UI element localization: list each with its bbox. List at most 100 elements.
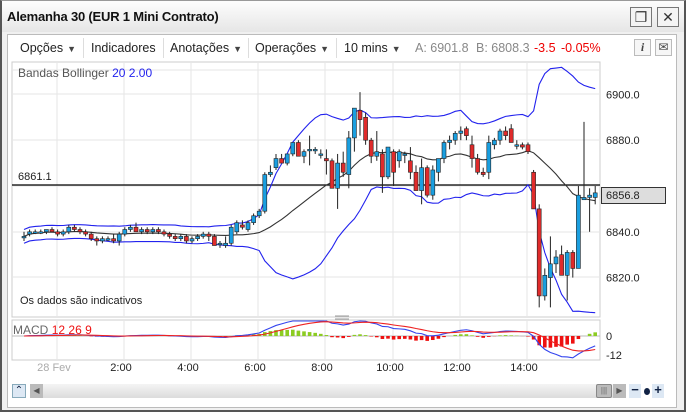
- horizontal-scrollbar[interactable]: ◀ ||| ▶: [30, 384, 626, 398]
- data-notice: Os dados são indicativos: [20, 295, 143, 307]
- candle-body: [228, 226, 234, 244]
- candle-body: [430, 169, 436, 196]
- macd-histogram-bar: [554, 336, 558, 347]
- candle-body: [570, 252, 576, 269]
- candle: [531, 169, 536, 210]
- macd-histogram-bar: [442, 336, 446, 338]
- candle: [363, 112, 368, 145]
- collapse-button[interactable]: ⌃: [12, 384, 26, 398]
- candle-body: [167, 233, 172, 237]
- candle-body: [49, 229, 55, 233]
- macd-histogram-bar: [279, 329, 284, 336]
- x-tick-label: 6:00: [244, 362, 265, 374]
- indicator-period: 20: [112, 66, 126, 80]
- candle-body: [38, 231, 44, 234]
- candle-body: [161, 231, 167, 235]
- macd-histogram-bar: [559, 336, 564, 347]
- macd-histogram-bar: [587, 333, 592, 336]
- macd-histogram-bar: [352, 334, 357, 336]
- candle-body: [464, 128, 469, 136]
- candle-body: [100, 238, 105, 242]
- candle-body: [256, 210, 262, 217]
- candle: [262, 172, 268, 214]
- candle-body: [581, 197, 587, 201]
- macd-signal: 9: [85, 323, 92, 337]
- candle-body: [492, 139, 497, 146]
- scroll-right-button[interactable]: ▶: [613, 384, 626, 398]
- macd-histogram-bar: [380, 336, 385, 340]
- x-tick-label: 10:00: [376, 362, 404, 374]
- candle-body: [60, 231, 66, 235]
- candle-body: [419, 167, 424, 191]
- candle-body: [436, 158, 441, 173]
- macd-tick: -12: [606, 350, 622, 362]
- reference-line-label: 6861.1: [18, 171, 52, 183]
- candle-body: [144, 229, 150, 233]
- candle-body: [105, 238, 111, 241]
- y-tick-label: 6880.0: [606, 135, 640, 147]
- scroll-thumb[interactable]: |||: [596, 384, 612, 398]
- x-tick-label: 2:00: [110, 362, 131, 374]
- candle-body: [262, 174, 268, 212]
- zoom-in-button[interactable]: +: [652, 383, 664, 398]
- candle-body: [88, 233, 94, 239]
- macd-histogram-bar: [487, 336, 491, 337]
- candle-body: [66, 226, 72, 233]
- indicator-name: Bandas Bollinger: [18, 66, 109, 80]
- zoom-reset-dot[interactable]: [644, 388, 650, 395]
- candle-body: [44, 229, 49, 233]
- arrow-left-icon: ◀: [33, 386, 40, 395]
- candle-body: [592, 192, 598, 198]
- scroll-left-button[interactable]: ◀: [30, 384, 43, 398]
- macd-histogram-bar: [307, 332, 312, 336]
- scroll-bar-area: ⌃ ◀ ||| ▶ − +: [12, 383, 664, 399]
- macd-histogram-bar: [375, 336, 379, 338]
- candle-body: [223, 242, 228, 246]
- candle-body: [380, 153, 385, 178]
- macd-histogram-bar: [464, 334, 469, 336]
- arrow-right-icon: ▶: [616, 386, 623, 395]
- candle-body: [206, 233, 212, 237]
- candle-body: [520, 144, 525, 148]
- candle-body: [542, 275, 548, 297]
- candle-body: [251, 215, 256, 223]
- candle: [536, 204, 542, 308]
- macd-histogram-bar: [319, 333, 323, 336]
- candle-body: [564, 252, 570, 276]
- macd-histogram-bar: [526, 336, 530, 337]
- x-tick-label: 14:00: [510, 362, 538, 374]
- indicator-label: Bandas Bollinger 20 2.00: [18, 66, 152, 80]
- candle-body: [408, 160, 413, 173]
- macd-histogram-bar: [296, 330, 301, 336]
- macd-histogram-bar: [285, 329, 289, 336]
- candle-body: [553, 256, 559, 265]
- macd-histogram-bar: [291, 329, 295, 336]
- candle-body: [396, 151, 402, 162]
- candle-body: [296, 142, 301, 157]
- candle-body: [156, 229, 161, 233]
- candle-body: [374, 151, 380, 157]
- current-price-tag: 6856.8: [601, 187, 666, 204]
- candle-body: [27, 231, 32, 235]
- macd-histogram-bar: [481, 336, 485, 338]
- macd-histogram-bar: [330, 336, 334, 338]
- candle-body: [447, 139, 452, 143]
- candle-body: [458, 130, 464, 134]
- price-chart[interactable]: 6900.0 6880.0 6840.0 6820.0 28 Fev 2:00 4:00 6:…: [0, 0, 686, 412]
- candle-body: [279, 158, 284, 164]
- candle-body: [172, 236, 178, 239]
- candle-body: [514, 144, 520, 147]
- candle-body: [525, 144, 531, 152]
- candle-body: [111, 238, 116, 242]
- candle-body: [234, 222, 240, 233]
- x-tick-label: 4:00: [177, 362, 198, 374]
- candle-body: [497, 130, 503, 141]
- candle-body: [357, 110, 363, 120]
- macd-histogram-bar: [302, 331, 306, 336]
- candle-body: [318, 153, 324, 156]
- candle-body: [346, 137, 352, 175]
- candle-body: [150, 229, 156, 233]
- zoom-out-button[interactable]: −: [629, 383, 641, 398]
- candle-body: [139, 229, 144, 233]
- macd-histogram-bar: [335, 336, 340, 338]
